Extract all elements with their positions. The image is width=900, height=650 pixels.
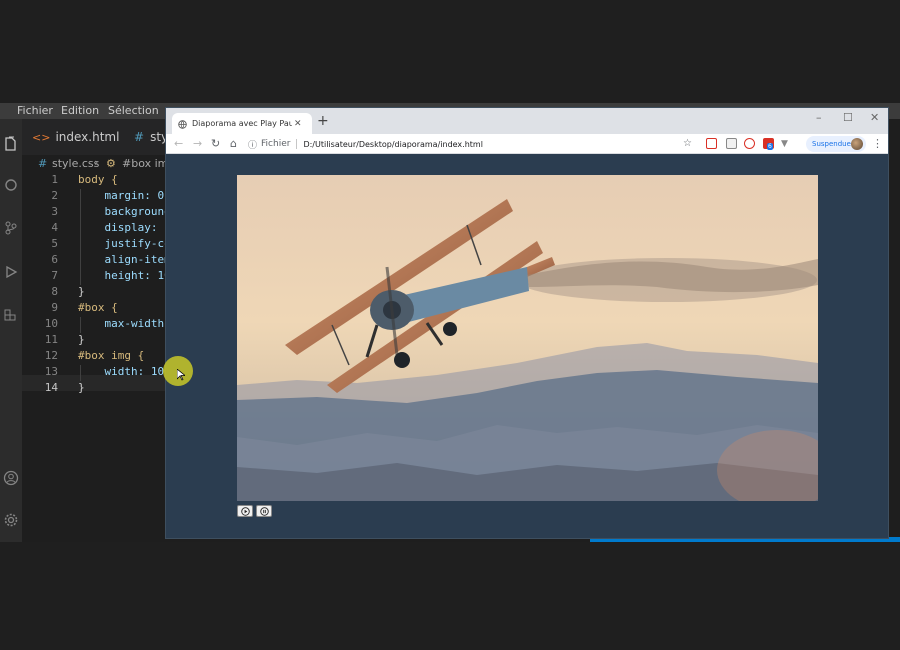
line-number-active: 14 — [44, 381, 58, 394]
screen: Fichier Edition Sélection <> index.html … — [0, 0, 900, 650]
line-number: 9 — [51, 301, 58, 314]
menu-kebab-icon[interactable]: ⋮ — [872, 137, 883, 150]
red-square-icon[interactable] — [706, 138, 717, 149]
address-bar[interactable]: ⓘ Fichier D:/Utilisateur/Desktop/diapora… — [248, 136, 698, 152]
mouse-cursor-icon — [177, 369, 185, 381]
biplane-image — [237, 175, 818, 501]
source-control-icon[interactable] — [0, 217, 22, 239]
minimize-button[interactable]: – — [816, 112, 822, 124]
pause-icon — [259, 506, 269, 516]
browser-tab[interactable]: Diaporama avec Play Pause -- Co ✕ — [172, 113, 312, 134]
symbol-icon: ⚙ — [106, 157, 116, 170]
code-line: justify-co — [78, 237, 171, 250]
code-line: display: f — [78, 221, 171, 234]
maximize-button[interactable]: ☐ — [843, 112, 853, 124]
block-icon[interactable] — [744, 138, 755, 149]
line-number: 3 — [51, 205, 58, 218]
profile-button[interactable]: Suspendue — [806, 136, 866, 152]
page-viewport — [166, 155, 888, 538]
code-line: } — [78, 333, 85, 346]
code-line: } — [78, 285, 85, 298]
code-line: #box img { — [78, 349, 145, 362]
code-line: body { — [78, 173, 118, 186]
line-number: 8 — [51, 285, 58, 298]
menu-edition[interactable]: Edition — [61, 104, 99, 117]
code-line: } — [78, 381, 85, 394]
line-number: 4 — [51, 221, 58, 234]
run-debug-icon[interactable] — [0, 261, 22, 283]
reload-icon[interactable]: ↻ — [211, 137, 220, 151]
menu-fichier[interactable]: Fichier — [17, 104, 53, 117]
browser-titlebar: Diaporama avec Play Pause -- Co ✕ + – ☐ … — [166, 108, 888, 134]
security-label: Fichier — [261, 139, 291, 149]
badge-icon[interactable]: 6 — [763, 138, 774, 150]
code-line: max-width: — [78, 317, 171, 330]
avatar — [851, 138, 863, 150]
line-number: 12 — [44, 349, 58, 362]
explorer-icon[interactable] — [0, 133, 22, 155]
chevron-right-icon: › — [94, 156, 99, 169]
screenshot-icon[interactable] — [726, 138, 737, 149]
play-button[interactable] — [237, 505, 253, 517]
omnibox-divider — [296, 139, 298, 149]
css-hash-icon: # — [134, 130, 145, 144]
forward-icon[interactable]: → — [193, 137, 202, 151]
gear-icon[interactable] — [0, 509, 22, 531]
browser-toolbar: ← → ↻ ⌂ ⓘ Fichier D:/Utilisateur/Desktop… — [166, 134, 888, 154]
tab-label: index.html — [55, 130, 120, 144]
tab-index-html[interactable]: <> index.html — [32, 119, 119, 155]
extensions-icon[interactable] — [0, 305, 22, 327]
back-icon[interactable]: ← — [174, 137, 183, 151]
play-icon — [240, 506, 250, 516]
code-line: height: 10 — [78, 269, 171, 282]
close-tab-icon[interactable]: ✕ — [294, 119, 302, 129]
code-line: margin: 0; — [78, 189, 171, 202]
extension-badge: 6 — [767, 143, 773, 150]
line-number: 7 — [51, 269, 58, 282]
home-icon[interactable]: ⌂ — [230, 137, 237, 151]
line-number: 6 — [51, 253, 58, 266]
line-number: 2 — [51, 189, 58, 202]
css-hash-icon: # — [38, 157, 48, 170]
pause-button[interactable] — [256, 505, 272, 517]
code-line: background — [78, 205, 171, 218]
info-icon: ⓘ — [248, 140, 258, 151]
bookmark-star-icon[interactable]: ☆ — [683, 137, 692, 151]
code-editor[interactable]: 1 body { 2 margin: 0; 3 background 4 dis… — [22, 173, 172, 542]
breadcrumb: # style.css › ⚙ #box img — [22, 155, 175, 173]
letterbox-bottom — [0, 542, 900, 650]
activity-bar — [0, 119, 22, 542]
url-text[interactable]: D:/Utilisateur/Desktop/diaporama/index.h… — [303, 140, 483, 149]
filter-icon[interactable]: ▼ — [781, 137, 788, 151]
close-window-button[interactable]: ✕ — [870, 112, 879, 124]
menu-selection[interactable]: Sélection — [108, 104, 159, 117]
letterbox-top — [0, 0, 900, 103]
tab-title: Diaporama avec Play Pause -- Co — [192, 119, 292, 128]
code-line: #box { — [78, 301, 118, 314]
code-line: align-item — [78, 253, 171, 266]
line-number: 1 — [51, 173, 58, 186]
search-icon[interactable] — [0, 174, 22, 196]
line-number: 5 — [51, 237, 58, 250]
breadcrumb-file[interactable]: style.css — [52, 157, 99, 170]
slideshow-image — [237, 175, 818, 501]
browser-window: Diaporama avec Play Pause -- Co ✕ + – ☐ … — [166, 108, 888, 538]
html-icon: <> — [32, 130, 51, 144]
new-tab-button[interactable]: + — [317, 114, 329, 128]
line-number: 10 — [44, 317, 58, 330]
line-number: 11 — [44, 333, 58, 346]
profile-label: Suspendue — [812, 140, 851, 148]
globe-icon — [178, 114, 187, 133]
line-number: 13 — [44, 365, 58, 378]
code-line: width: 100 — [78, 365, 171, 378]
account-icon[interactable] — [0, 467, 22, 489]
editor-tabs: <> index.html # style — [22, 119, 179, 155]
